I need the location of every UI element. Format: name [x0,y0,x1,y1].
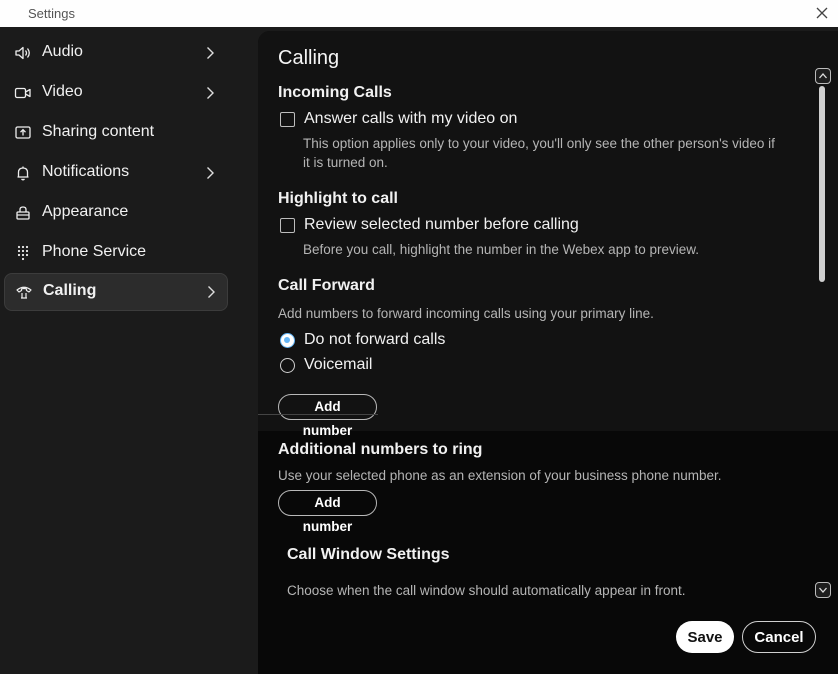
scroll-thumb[interactable] [819,86,825,282]
chevron-right-icon [202,85,218,101]
chevron-right-icon [202,45,218,61]
additional-numbers-description: Use your selected phone as an extension … [278,468,722,483]
phone-handset-icon [15,283,33,301]
radio-label: Do not forward calls [304,331,446,348]
answer-with-video-label: Answer calls with my video on [304,110,518,127]
sidebar-item-label: Calling [43,282,97,299]
sidebar-item-label: Phone Service [42,243,147,260]
scroll-up-icon[interactable] [815,68,831,84]
section-divider [258,414,378,415]
highlight-to-call-heading: Highlight to call [278,190,398,207]
highlight-description: Before you call, highlight the number in… [303,242,699,257]
additional-add-number-button[interactable]: Add number [278,490,377,534]
sidebar-item-label: Notifications [42,163,130,180]
bell-icon [14,164,32,182]
radio-label: Voicemail [304,356,373,373]
sidebar-item-calling[interactable]: Calling [4,273,228,311]
call-forward-heading: Call Forward [278,277,375,294]
radio-voicemail[interactable] [280,358,295,373]
radio-do-not-forward[interactable] [280,333,295,348]
sidebar-item-label: Sharing content [42,123,155,140]
sidebar-item-audio[interactable]: Audio [4,35,228,71]
forward-add-number-button[interactable]: Add number [278,394,377,438]
sidebar-item-notifications[interactable]: Notifications [4,155,228,191]
call-window-settings-heading: Call Window Settings [287,546,450,563]
chevron-right-icon [203,284,219,300]
sidebar-item-label: Appearance [42,203,129,220]
description-line: This option applies only to your video, … [303,136,775,151]
share-screen-icon [14,124,32,142]
sidebar-item-sharing-content[interactable]: Sharing content [4,115,228,151]
palette-icon [14,204,32,222]
sidebar-item-label: Audio [42,43,83,60]
sidebar-item-appearance[interactable]: Appearance [4,195,228,231]
sidebar-item-phone-service[interactable]: Phone Service [4,235,228,271]
sidebar-item-video[interactable]: Video [4,75,228,111]
call-window-settings-description: Choose when the call window should autom… [287,583,686,598]
title-bar: Settings [0,0,838,27]
incoming-calls-heading: Incoming Calls [278,84,392,101]
incoming-calls-description: This option applies only to your video, … [303,134,775,172]
close-icon[interactable] [812,3,832,23]
sidebar-item-label: Video [42,83,83,100]
vertical-scrollbar[interactable] [815,68,831,598]
settings-sidebar: Audio Video Sharing content Notification… [0,27,258,674]
dialpad-icon [14,244,32,262]
additional-numbers-heading: Additional numbers to ring [278,441,483,458]
chevron-right-icon [202,165,218,181]
speaker-icon [14,44,32,62]
scroll-down-icon[interactable] [815,582,831,598]
review-number-label: Review selected number before calling [304,216,579,233]
cancel-button[interactable]: Cancel [742,621,816,653]
page-title: Calling [278,47,340,69]
answer-with-video-checkbox[interactable] [280,112,295,127]
save-button[interactable]: Save [676,621,734,653]
window-title: Settings [28,6,75,21]
call-forward-description: Add numbers to forward incoming calls us… [278,306,654,321]
video-camera-icon [14,84,32,102]
calling-settings-panel: Calling Incoming Calls Answer calls with… [258,31,838,674]
review-number-checkbox[interactable] [280,218,295,233]
description-line: it is turned on. [303,155,388,170]
